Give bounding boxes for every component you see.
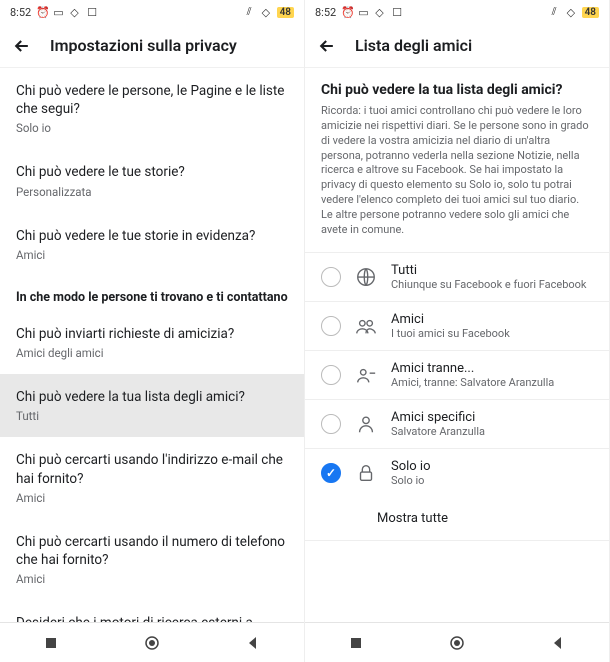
row-sub: Amici (16, 248, 288, 262)
info-text: Ricorda: i tuoi amici controllano chi pu… (321, 104, 593, 238)
option-title: Amici tranne... (391, 361, 593, 376)
row-title: Chi può inviarti richieste di amicizia? (16, 325, 288, 343)
friends-except-icon (355, 364, 377, 386)
row-title: Chi può vedere le tue storie? (16, 163, 288, 181)
person-icon (355, 413, 377, 435)
option-sub: Amici, tranne: Salvatore Aranzulla (391, 376, 593, 389)
alarm-icon: ⏰ (36, 6, 48, 18)
privacy-row-friends-list[interactable]: Chi può vedere la tua lista degli amici?… (0, 374, 304, 437)
wifi-icon: ◇ (262, 6, 274, 18)
option-sub: Salvatore Aranzulla (391, 425, 593, 438)
whatsapp-icon: ◇ (70, 6, 82, 18)
wifi-icon: ◇ (567, 6, 579, 18)
option-sub: Solo io (391, 474, 593, 487)
nav-bar (305, 622, 609, 662)
nav-home-icon[interactable] (449, 635, 465, 651)
option-friends[interactable]: Amici I tuoi amici su Facebook (305, 301, 609, 350)
info-title: Chi può vedere la tua lista degli amici? (321, 82, 593, 98)
privacy-row[interactable]: Chi può vedere le tue storie in evidenza… (0, 213, 304, 276)
nav-home-icon[interactable] (144, 635, 160, 651)
info-block: Chi può vedere la tua lista degli amici?… (305, 68, 609, 252)
nav-recent-icon[interactable] (348, 635, 364, 651)
radio-icon[interactable] (321, 365, 341, 385)
nav-back-icon[interactable] (245, 635, 261, 651)
row-sub: Personalizzata (16, 185, 288, 199)
status-time: 8:52 (10, 6, 31, 19)
section-header: In che modo le persone ti trovano e ti c… (0, 276, 304, 311)
nav-recent-icon[interactable] (43, 635, 59, 651)
privacy-row[interactable]: Chi può vedere le tue storie? Personaliz… (0, 149, 304, 212)
option-only-me[interactable]: Solo io Solo io (305, 448, 609, 497)
privacy-row[interactable]: Chi può cercarti usando l'indirizzo e-ma… (0, 437, 304, 518)
row-sub: Amici (16, 491, 288, 505)
option-title: Amici (391, 312, 593, 327)
privacy-row[interactable]: Desideri che i motori di ricerca esterni… (0, 600, 304, 622)
nav-bar (0, 622, 304, 662)
row-sub: Solo io (16, 121, 288, 135)
show-all-button[interactable]: Mostra tutte (305, 497, 609, 541)
row-title: Desideri che i motori di ricerca esterni… (16, 614, 288, 622)
radio-icon[interactable] (321, 316, 341, 336)
page-title: Lista degli amici (355, 36, 472, 55)
message-icon: ☐ (87, 6, 99, 18)
signal-icon: ⫽ (552, 6, 564, 18)
friends-icon (355, 315, 377, 337)
globe-icon (355, 266, 377, 288)
option-specific-friends[interactable]: Amici specifici Salvatore Aranzulla (305, 399, 609, 448)
phone-right: 8:52 ⏰ ▭ ◇ ☐ ⫽ ◇ 48 Lista degli amici Ch… (305, 0, 610, 662)
option-public[interactable]: Tutti Chiunque su Facebook e fuori Faceb… (305, 252, 609, 301)
lock-icon (355, 462, 377, 484)
option-title: Amici specifici (391, 410, 593, 425)
message-icon: ☐ (392, 6, 404, 18)
privacy-row[interactable]: Chi può inviarti richieste di amicizia? … (0, 311, 304, 374)
settings-list: Chi può vedere le persone, le Pagine e l… (0, 68, 304, 622)
row-title: Chi può cercarti usando il numero di tel… (16, 533, 288, 569)
back-icon[interactable] (317, 36, 337, 56)
option-sub: Chiunque su Facebook e fuori Facebook (391, 278, 593, 291)
options-content: Chi può vedere la tua lista degli amici?… (305, 68, 609, 622)
phone-left: 8:52 ⏰ ▭ ◇ ☐ ⫽ ◇ 48 Impostazioni sulla p… (0, 0, 305, 662)
calendar-icon: ▭ (53, 6, 65, 18)
row-sub: Tutti (16, 409, 288, 423)
battery-badge: 48 (277, 7, 294, 18)
back-icon[interactable] (12, 36, 32, 56)
nav-back-icon[interactable] (550, 635, 566, 651)
whatsapp-icon: ◇ (375, 6, 387, 18)
header: Impostazioni sulla privacy (0, 24, 304, 68)
row-title: Chi può vedere la tua lista degli amici? (16, 388, 288, 406)
privacy-row[interactable]: Chi può vedere le persone, le Pagine e l… (0, 68, 304, 149)
row-title: Chi può cercarti usando l'indirizzo e-ma… (16, 451, 288, 487)
radio-icon[interactable] (321, 414, 341, 434)
option-friends-except[interactable]: Amici tranne... Amici, tranne: Salvatore… (305, 350, 609, 399)
calendar-icon: ▭ (358, 6, 370, 18)
alarm-icon: ⏰ (341, 6, 353, 18)
option-title: Solo io (391, 459, 593, 474)
option-sub: I tuoi amici su Facebook (391, 327, 593, 340)
header: Lista degli amici (305, 24, 609, 68)
row-sub: Amici degli amici (16, 346, 288, 360)
status-bar: 8:52 ⏰ ▭ ◇ ☐ ⫽ ◇ 48 (305, 0, 609, 24)
row-sub: Amici (16, 572, 288, 586)
radio-icon[interactable] (321, 267, 341, 287)
row-title: Chi può vedere le tue storie in evidenza… (16, 227, 288, 245)
option-title: Tutti (391, 263, 593, 278)
page-title: Impostazioni sulla privacy (50, 36, 237, 55)
privacy-row[interactable]: Chi può cercarti usando il numero di tel… (0, 519, 304, 600)
row-title: Chi può vedere le persone, le Pagine e l… (16, 82, 288, 118)
radio-icon-checked[interactable] (321, 463, 341, 483)
status-time: 8:52 (315, 6, 336, 19)
signal-icon: ⫽ (247, 6, 259, 18)
battery-badge: 48 (582, 7, 599, 18)
status-bar: 8:52 ⏰ ▭ ◇ ☐ ⫽ ◇ 48 (0, 0, 304, 24)
